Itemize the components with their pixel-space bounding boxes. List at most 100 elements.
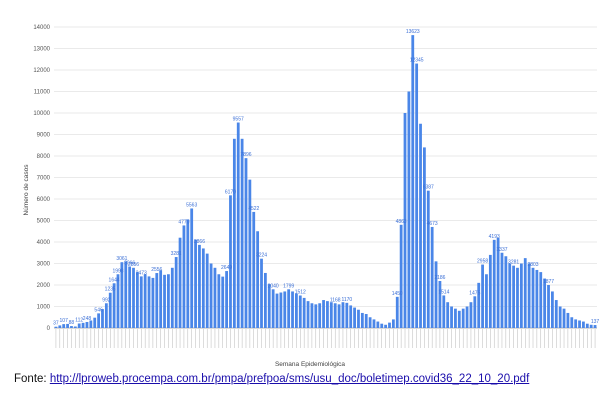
y-tick-label: 0 [47, 326, 51, 332]
bar [430, 226, 434, 328]
bar [221, 276, 225, 328]
source-link[interactable]: http://lproweb.procempa.com.br/pmpa/pref… [50, 373, 529, 385]
bar [236, 122, 240, 329]
data-label: 1235 [105, 287, 116, 293]
bar [163, 274, 166, 328]
bar [167, 274, 170, 328]
source-prefix: Fonte: [14, 373, 50, 385]
data-label: 12345 [410, 58, 424, 64]
data-label: 3281 [171, 251, 182, 257]
bar [73, 326, 77, 328]
x-axis-title: Semana Epidemiológica [275, 361, 345, 368]
bar [446, 302, 450, 328]
bar [554, 300, 558, 328]
bars [54, 35, 597, 329]
bar [485, 274, 488, 328]
bar [244, 158, 248, 328]
bar [469, 302, 473, 328]
y-tick-label: 13000 [33, 47, 50, 53]
data-label: 1168 [330, 297, 341, 303]
bar [155, 273, 159, 328]
bar [170, 267, 174, 328]
bar [275, 293, 279, 328]
bar [333, 303, 337, 328]
data-label: 6170 [225, 189, 236, 195]
bar [473, 296, 477, 328]
bar [132, 267, 135, 328]
bar [593, 325, 597, 328]
y-tick-label: 1000 [37, 305, 51, 311]
bar [314, 304, 318, 328]
data-label: 1514 [438, 289, 449, 295]
data-label: 1475 [469, 290, 480, 296]
bar [240, 138, 244, 328]
bar [516, 267, 519, 328]
bar [465, 306, 469, 328]
bar [457, 310, 461, 328]
bar [395, 296, 399, 328]
bar [263, 272, 267, 328]
y-tick-label: 10000 [33, 111, 50, 117]
bar [434, 261, 438, 328]
bar [256, 231, 260, 328]
bar [295, 293, 298, 328]
bar [504, 256, 508, 328]
bar [341, 302, 345, 328]
bar [399, 224, 403, 328]
bar [488, 254, 492, 328]
bar [85, 321, 89, 328]
data-label: 4863 [396, 219, 407, 225]
bar [512, 265, 515, 328]
data-label: 88 [69, 320, 75, 326]
bar [205, 253, 209, 328]
bar [527, 263, 531, 328]
y-tick-label: 2000 [37, 283, 51, 289]
data-label: 2856 [128, 262, 139, 268]
bar [135, 272, 139, 328]
y-tick-label: 14000 [33, 25, 50, 31]
bar [531, 267, 535, 328]
chart-svg: 0 1000 2000 3000 4000 5000 6000 7000 8000 9000 100… [23, 25, 600, 368]
bar [415, 63, 419, 329]
bar [128, 266, 132, 328]
data-label: 1512 [295, 289, 306, 295]
bar [388, 322, 391, 329]
bar [194, 239, 197, 328]
data-label: 137 [591, 319, 600, 325]
y-tick-label: 12000 [33, 68, 50, 74]
data-label: 4673 [427, 221, 438, 227]
y-tick-label: 7000 [37, 176, 51, 182]
bar [104, 303, 108, 328]
data-label: 13623 [406, 29, 420, 35]
bar [423, 147, 426, 328]
bar [461, 308, 465, 328]
data-label: 37 [53, 321, 59, 327]
bar [298, 295, 302, 328]
bar [391, 319, 395, 328]
bar [380, 323, 384, 328]
data-label: 5563 [186, 202, 197, 208]
bar [562, 308, 566, 328]
data-label: 2040 [268, 283, 279, 289]
y-tick-label: 9000 [37, 133, 51, 139]
bar [329, 302, 333, 328]
y-tick-label: 6000 [37, 197, 51, 203]
bar [302, 297, 306, 328]
bar [519, 263, 523, 328]
bar [213, 267, 217, 328]
bar [349, 305, 353, 328]
bar [492, 239, 496, 328]
bar [508, 263, 512, 328]
data-label: 1644 [109, 277, 120, 283]
data-label: 992 [102, 297, 111, 303]
bar [589, 324, 593, 328]
data-label: 4522 [248, 206, 259, 212]
bar [62, 324, 66, 328]
bar [174, 257, 178, 328]
bar [279, 292, 283, 328]
bar [364, 314, 368, 328]
data-label: 3224 [256, 253, 267, 259]
data-label: 1877 [543, 279, 554, 285]
y-tick-label: 5000 [37, 219, 51, 225]
bar [70, 326, 73, 328]
